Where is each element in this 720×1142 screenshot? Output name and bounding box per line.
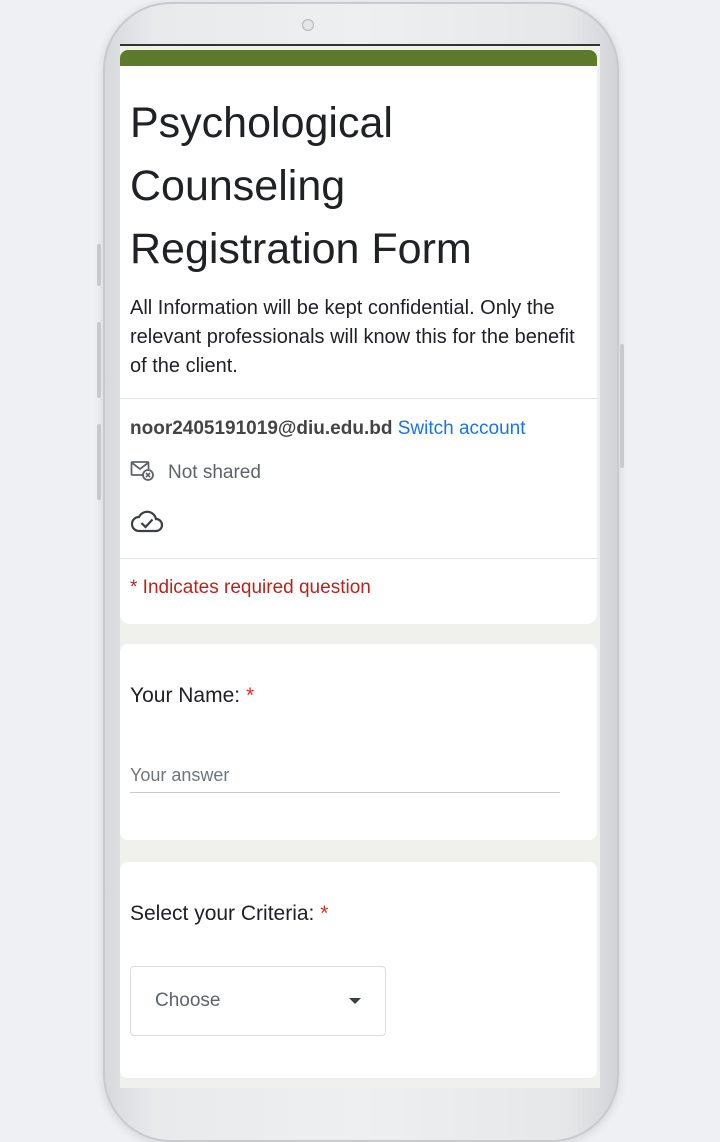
side-button <box>620 344 624 468</box>
divider <box>120 398 597 399</box>
question-label: Your Name: * <box>130 684 255 707</box>
account-email: noor2405191019@diu.edu.bd <box>130 418 393 439</box>
mail-not-shared-icon <box>130 459 154 487</box>
side-button <box>97 322 101 398</box>
question-card-name: Your Name: * <box>120 644 597 840</box>
question-card-criteria: Select your Criteria: * Choose <box>120 862 597 1078</box>
form-title: Psychological Counseling Registration Fo… <box>130 99 472 273</box>
name-input[interactable] <box>130 758 560 793</box>
not-shared-row: Not shared <box>130 460 261 486</box>
side-button <box>97 244 101 286</box>
screen: Psychological Counseling Registration Fo… <box>120 44 600 1088</box>
account-row: noor2405191019@diu.edu.bd Switch account <box>130 418 526 440</box>
cloud-check-icon <box>130 508 164 539</box>
side-button <box>97 424 101 500</box>
divider <box>120 558 597 559</box>
dropdown-value: Choose <box>155 990 221 1011</box>
question-label: Select your Criteria: * <box>130 902 329 925</box>
camera-icon <box>302 19 314 31</box>
criteria-dropdown[interactable]: Choose <box>130 966 386 1036</box>
form-accent-bar <box>120 50 597 66</box>
required-star: * <box>320 902 329 925</box>
required-note: * Indicates required question <box>130 577 371 598</box>
form-header-card: Psychological Counseling Registration Fo… <box>120 50 597 624</box>
not-shared-label: Not shared <box>168 462 261 483</box>
form-description: All Information will be kept confidentia… <box>130 297 575 377</box>
required-star: * <box>245 684 255 707</box>
dropdown-caret-icon <box>349 998 361 1004</box>
switch-account-link[interactable]: Switch account <box>398 418 526 439</box>
